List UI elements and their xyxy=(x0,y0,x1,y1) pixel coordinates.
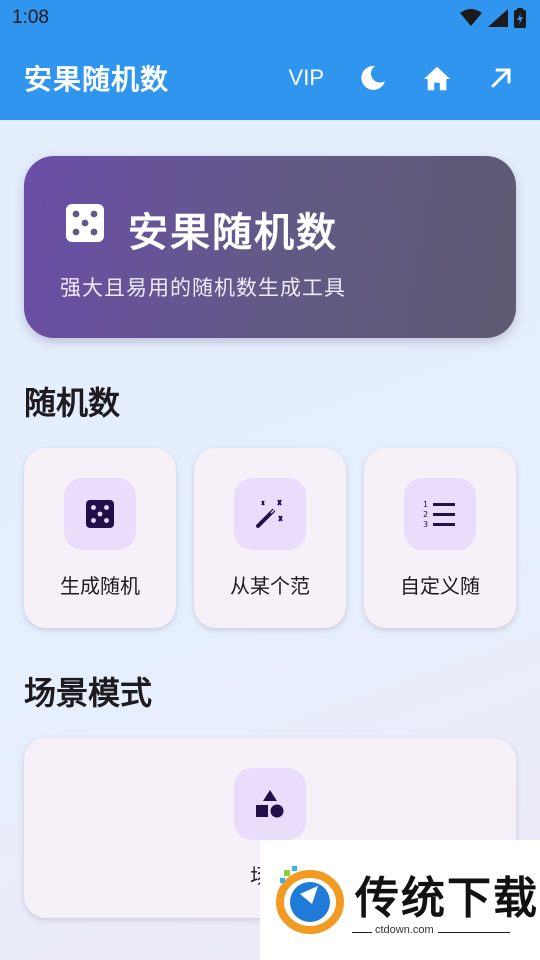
numbered-list-icon: 1 2 3 xyxy=(404,478,476,550)
card-custom-random[interactable]: 1 2 3 自定义随 xyxy=(364,448,516,628)
svg-text:3: 3 xyxy=(423,520,428,529)
battery-icon xyxy=(514,8,526,28)
dice-icon xyxy=(64,478,136,550)
card-label: 生成随机 xyxy=(60,574,140,598)
card-range-random[interactable]: 从某个范 xyxy=(194,448,346,628)
watermark-emblem xyxy=(276,866,344,934)
shapes-icon xyxy=(234,768,306,840)
status-bar: 1:08 xyxy=(0,0,540,36)
magic-wand-icon xyxy=(234,478,306,550)
home-icon[interactable] xyxy=(422,63,452,93)
watermark-logo: 传统下载 ctdown.com xyxy=(260,840,540,960)
watermark-brand: 传统下载 xyxy=(355,873,539,924)
svg-text:1: 1 xyxy=(423,500,428,509)
hero-title: 安果随机数 xyxy=(128,210,338,256)
watermark-url: ctdown.com xyxy=(375,924,434,936)
section-title-scene: 场景模式 xyxy=(24,674,153,712)
dice-icon xyxy=(66,204,104,246)
vip-button[interactable]: VIP xyxy=(289,65,324,91)
svg-text:2: 2 xyxy=(423,510,428,519)
hero-subtitle: 强大且易用的随机数生成工具 xyxy=(60,276,346,300)
watermark-divider xyxy=(352,932,372,933)
card-label: 从某个范 xyxy=(230,574,310,598)
wifi-icon xyxy=(460,9,482,26)
share-arrow-icon[interactable] xyxy=(486,63,516,93)
card-label: 自定义随 xyxy=(400,574,480,598)
signal-icon xyxy=(488,9,508,27)
card-generate-random[interactable]: 生成随机 xyxy=(24,448,176,628)
app-bar: 安果随机数 VIP xyxy=(0,36,540,120)
section-title-random: 随机数 xyxy=(24,384,121,422)
dark-mode-icon[interactable] xyxy=(358,63,388,93)
app-actions: VIP xyxy=(289,63,516,93)
hero-banner: 安果随机数 强大且易用的随机数生成工具 xyxy=(24,156,516,338)
status-time: 1:08 xyxy=(12,7,49,28)
watermark-divider xyxy=(438,932,510,933)
status-icons xyxy=(460,8,526,28)
app-title: 安果随机数 xyxy=(24,63,170,96)
